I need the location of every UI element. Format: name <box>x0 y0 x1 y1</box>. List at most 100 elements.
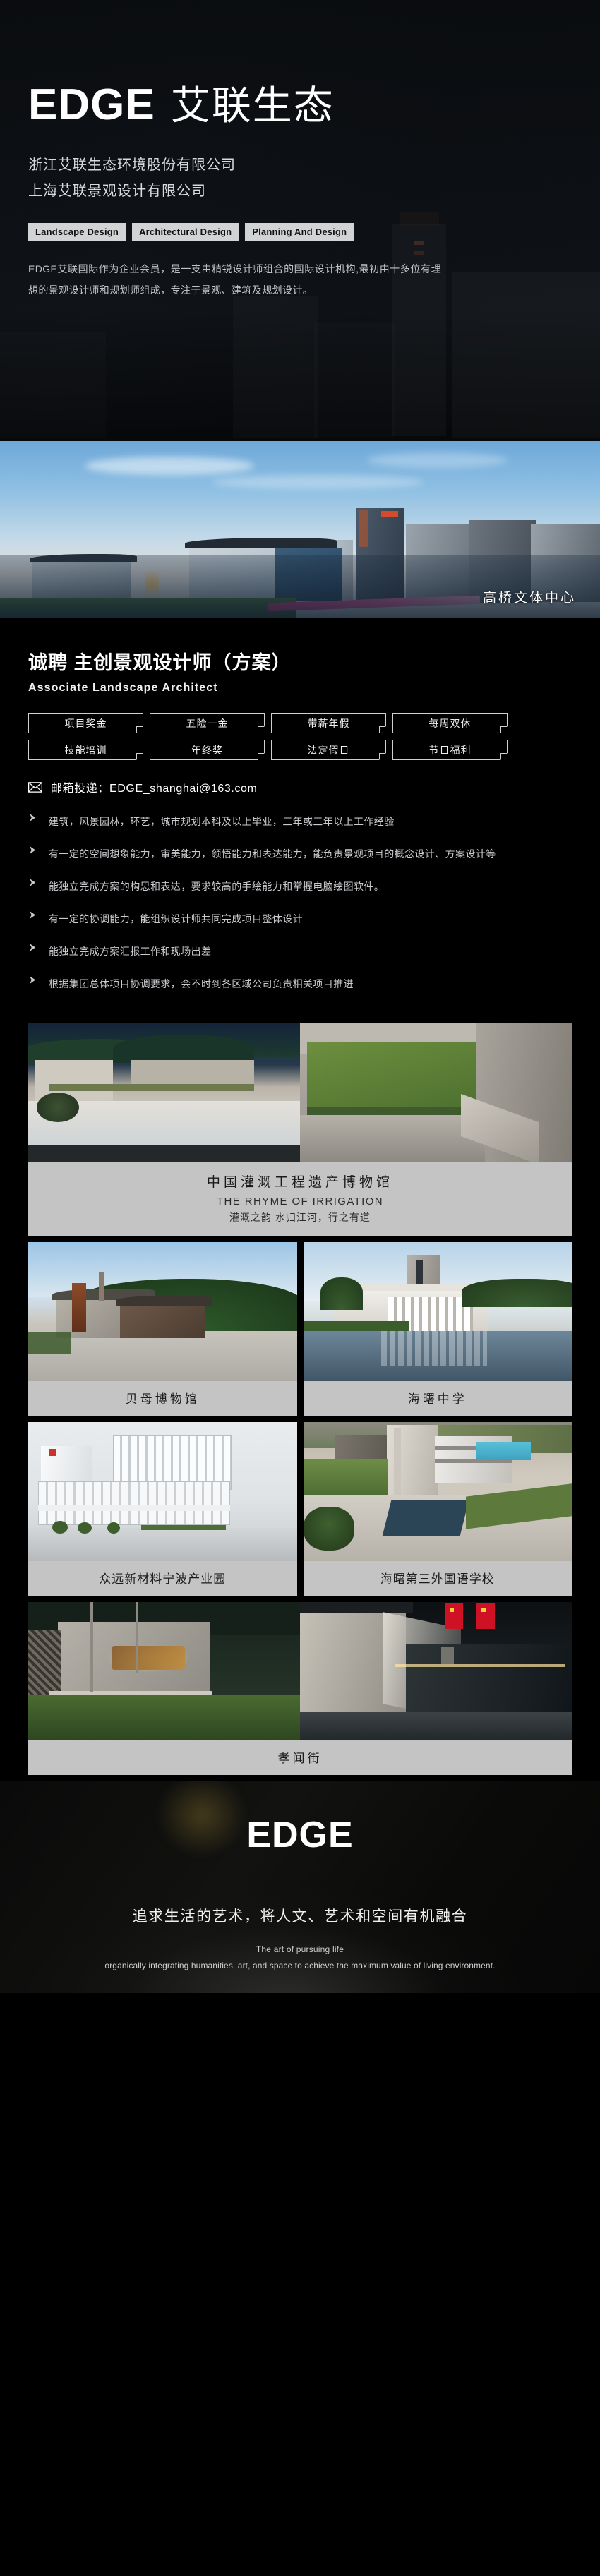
footer-logo: EDGE <box>246 1814 354 1855</box>
recruit-title: 诚聘 主创景观设计师（方案） <box>28 652 292 673</box>
arrow-right-icon <box>29 879 36 887</box>
requirement-item: 能独立完成方案的构思和表达，要求较高的手绘能力和掌握电脑绘图软件。 <box>28 876 531 897</box>
perk-label: 项目奖金 <box>64 717 107 729</box>
service-tag-row: Landscape Design Architectural Design Pl… <box>28 223 572 241</box>
requirement-item: 有一定的协调能力，能组织设计师共同完成项目整体设计 <box>28 908 531 929</box>
project-caption: 众远新材料宁波产业园 <box>28 1561 297 1596</box>
corner-fold-icon <box>136 726 143 733</box>
project-caption: 海曙第三外国语学校 <box>304 1561 572 1596</box>
perk-item: 法定假日 <box>271 740 386 760</box>
project-card-irrigation-museum[interactable]: 中国灌溉工程遗产博物馆 THE RHYME OF IRRIGATION 灌溉之韵… <box>28 1023 572 1236</box>
company-line-2: 上海艾联景观设计有限公司 <box>28 183 206 199</box>
corner-fold-icon <box>258 753 265 760</box>
requirement-text: 建筑，风景园林，环艺，城市规划本科及以上毕业，三年或三年以上工作经验 <box>49 816 395 827</box>
perk-label: 五险一金 <box>186 717 229 729</box>
service-tag-architectural[interactable]: Architectural Design <box>132 223 239 241</box>
company-line-1: 浙江艾联生态环境股份有限公司 <box>28 157 236 173</box>
requirement-text: 能独立完成方案汇报工作和现场出差 <box>49 946 212 958</box>
requirement-item: 有一定的空间想象能力，审美能力，领悟能力和表达能力，能负责景观项目的概念设计、方… <box>28 843 531 865</box>
photo-water-reflection <box>0 555 600 618</box>
project-title: 众远新材料宁波产业园 <box>99 1572 227 1586</box>
project-row-1: 贝母博物馆 海曙中学 <box>28 1241 572 1416</box>
service-tag-planning[interactable]: Planning And Design <box>245 223 354 241</box>
requirement-text: 能独立完成方案的构思和表达，要求较高的手绘能力和掌握电脑绘图软件。 <box>49 881 385 893</box>
requirement-text: 有一定的协调能力，能组织设计师共同完成项目整体设计 <box>49 913 303 925</box>
arrow-right-icon <box>29 944 36 952</box>
project-title: 海曙第三外国语学校 <box>380 1572 495 1586</box>
project-image <box>303 1241 572 1381</box>
project-image <box>28 1421 297 1561</box>
corner-fold-icon <box>500 753 508 760</box>
requirement-text: 根据集团总体项目协调要求，会不时到各区域公司负责相关项目推进 <box>49 978 354 990</box>
perk-label: 节日福利 <box>428 744 472 756</box>
email-submission-label: 邮箱投递：EDGE_shanghai@163.com <box>51 783 258 795</box>
corner-fold-icon <box>136 753 143 760</box>
perk-label: 带薪年假 <box>307 717 350 729</box>
project-card-haishu-middle-school[interactable]: 海曙中学 <box>303 1241 572 1416</box>
recruitment-section: 诚聘 主创景观设计师（方案） Associate Landscape Archi… <box>0 618 600 995</box>
perk-item: 技能培训 <box>28 740 143 760</box>
company-intro-text: EDGE艾联国际作为企业会员，是一支由精锐设计师组合的国际设计机构,最初由十多位… <box>28 263 441 296</box>
requirement-item: 建筑，风景园林，环艺，城市规划本科及以上毕业，三年或三年以上工作经验 <box>28 811 531 832</box>
project-image <box>28 1241 297 1381</box>
project-caption: 孝闻街 <box>28 1740 572 1775</box>
project-card-xiaowen-street[interactable]: 孝闻街 <box>28 1601 572 1775</box>
requirement-item: 能独立完成方案汇报工作和现场出差 <box>28 941 531 962</box>
project-title: 海曙中学 <box>407 1392 467 1406</box>
email-submission-row[interactable]: 邮箱投递：EDGE_shanghai@163.com <box>28 778 572 795</box>
requirement-item: 根据集团总体项目协调要求，会不时到各区域公司负责相关项目推进 <box>28 973 531 994</box>
envelope-icon <box>28 781 42 793</box>
perk-item: 五险一金 <box>150 713 265 733</box>
project-image <box>303 1421 572 1561</box>
corner-fold-icon <box>379 726 386 733</box>
project-caption: 海曙中学 <box>304 1381 572 1416</box>
perk-item: 项目奖金 <box>28 713 143 733</box>
project-image-right <box>300 1023 572 1162</box>
project-title: 中国灌溉工程遗产博物馆 <box>206 1174 393 1190</box>
project-row-2: 众远新材料宁波产业园 海曙第三外国语学校 <box>28 1421 572 1596</box>
perk-item: 节日福利 <box>392 740 508 760</box>
project-subtitle-en: THE RHYME OF IRRIGATION <box>216 1195 384 1208</box>
requirement-text: 有一定的空间想象能力，审美能力，领悟能力和表达能力，能负责景观项目的概念设计、方… <box>49 848 496 860</box>
project-title: 贝母博物馆 <box>125 1392 200 1406</box>
project-caption: 中国灌溉工程遗产博物馆 THE RHYME OF IRRIGATION 灌溉之韵… <box>28 1162 572 1236</box>
arrow-right-icon <box>29 976 36 985</box>
project-image-left <box>28 1023 300 1162</box>
brand-name-cn: 艾联生态 <box>170 83 335 128</box>
project-title: 孝闻街 <box>277 1751 323 1765</box>
brand-lockup: EDGE 艾联生态 <box>28 0 572 127</box>
perk-grid: 项目奖金 五险一金 带薪年假 每周双休 技能培训 年终奖 法定假日 节日福利 <box>28 713 515 760</box>
perk-item: 带薪年假 <box>271 713 386 733</box>
project-card-zhongyuan-industrial-park[interactable]: 众远新材料宁波产业园 <box>28 1421 297 1596</box>
footer-slogan-cn: 追求生活的艺术，将人文、艺术和空间有机融合 <box>132 1908 468 1925</box>
perk-label: 法定假日 <box>307 744 350 756</box>
project-gallery: 中国灌溉工程遗产博物馆 THE RHYME OF IRRIGATION 灌溉之韵… <box>0 1006 600 1775</box>
perk-label: 年终奖 <box>191 744 223 756</box>
hero-project-photo: 高桥文体中心 <box>0 441 600 618</box>
arrow-right-icon <box>29 846 36 855</box>
project-images <box>28 1023 572 1162</box>
perk-item: 每周双休 <box>392 713 508 733</box>
footer-slogan-en-line2: organically integrating humanities, art,… <box>104 1960 496 1970</box>
brand-name-en: EDGE <box>28 80 155 129</box>
arrow-right-icon <box>29 813 36 822</box>
recruit-subtitle: Associate Landscape Architect <box>28 682 218 694</box>
project-image-left <box>28 1601 300 1740</box>
page-footer: EDGE 追求生活的艺术，将人文、艺术和空间有机融合 The art of pu… <box>0 1781 600 1993</box>
hero-photo-caption: 高桥文体中心 <box>482 591 576 606</box>
project-card-haishu-third-foreign-language-school[interactable]: 海曙第三外国语学校 <box>303 1421 572 1596</box>
project-subtitle-cn: 灌溉之韵 水归江河，行之有道 <box>229 1211 371 1223</box>
corner-fold-icon <box>379 753 386 760</box>
perk-label: 技能培训 <box>64 744 107 756</box>
perk-item: 年终奖 <box>150 740 265 760</box>
perk-label: 每周双休 <box>428 717 472 729</box>
project-image-right <box>300 1601 572 1740</box>
requirements-list: 建筑，风景园林，环艺，城市规划本科及以上毕业，三年或三年以上工作经验 有一定的空… <box>28 811 531 995</box>
corner-fold-icon <box>258 726 265 733</box>
arrow-right-icon <box>29 911 36 920</box>
company-names: 浙江艾联生态环境股份有限公司 上海艾联景观设计有限公司 <box>28 152 572 205</box>
project-card-beimu-museum[interactable]: 贝母博物馆 <box>28 1241 297 1416</box>
corner-fold-icon <box>500 726 508 733</box>
service-tag-landscape[interactable]: Landscape Design <box>28 223 126 241</box>
masthead-hero: EDGE 艾联生态 浙江艾联生态环境股份有限公司 上海艾联景观设计有限公司 La… <box>0 0 600 441</box>
